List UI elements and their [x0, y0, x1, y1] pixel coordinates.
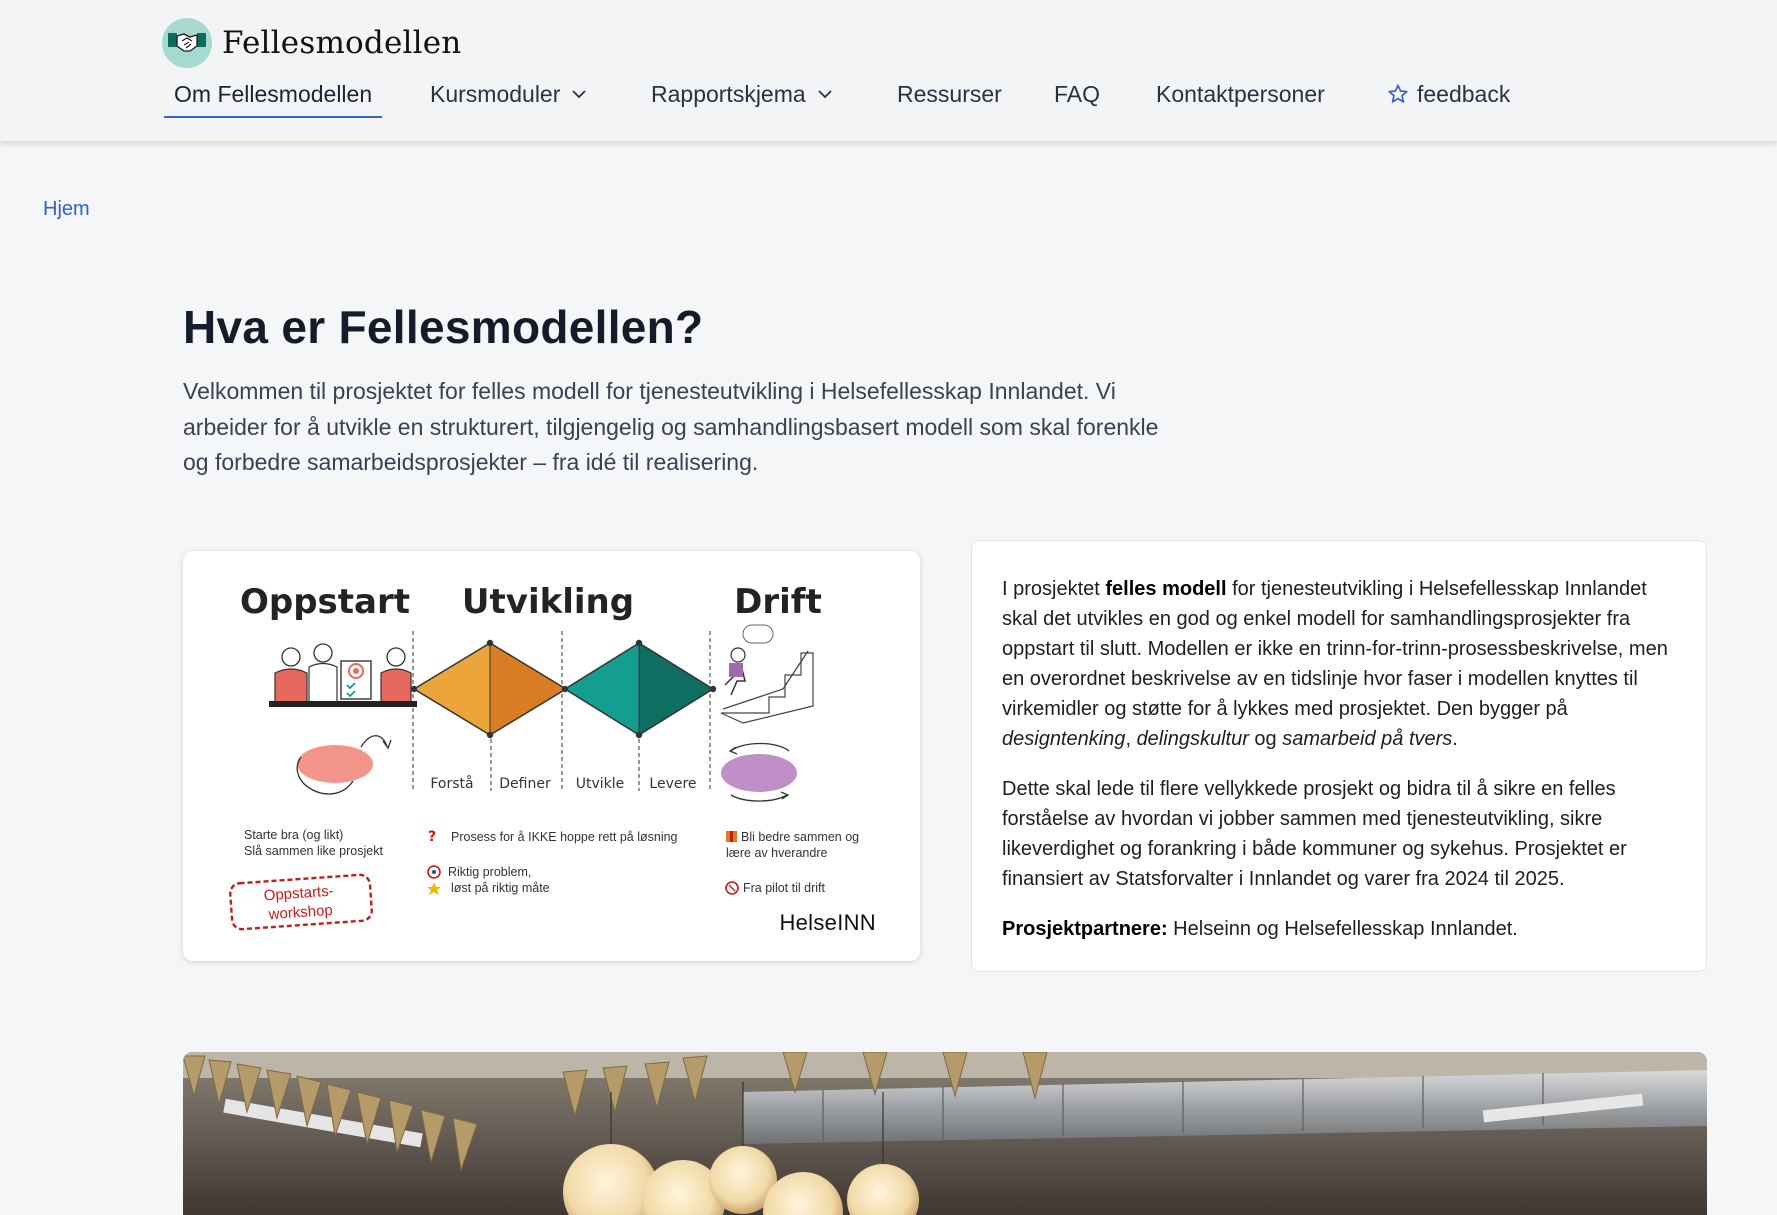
chevron-down-icon — [818, 89, 832, 99]
about-paragraph-1: I prosjektet felles modell for tjenesteu… — [1002, 578, 1668, 750]
question-icon: ? — [428, 829, 436, 845]
nav-kontaktpersoner[interactable]: Kontaktpersoner — [1156, 72, 1325, 116]
phase-title-oppstart: Oppstart — [240, 582, 410, 622]
nav-kursmoduler[interactable]: Kursmoduler — [430, 72, 587, 116]
handshake-icon — [162, 18, 212, 68]
workshop-stamp: Oppstarts- workshop — [229, 873, 373, 931]
note-drift-1: Bli bedre sammen og — [741, 830, 859, 844]
nav-label: feedback — [1417, 80, 1511, 107]
note-drift-3: Fra pilot til drift — [743, 881, 825, 895]
em-designtenking: designtenking — [1002, 728, 1126, 750]
about-paragraph-2: Dette skal lede til flere vellykkede pro… — [1002, 778, 1627, 890]
note-utvikling-3: løst på riktig måte — [451, 881, 550, 895]
nav-rapportskjema[interactable]: Rapportskjema — [651, 72, 832, 116]
model-infographic: Oppstart Utvikling Drift Forstå Definer … — [183, 551, 920, 961]
chevron-down-icon — [572, 89, 587, 99]
step-levere: Levere — [649, 776, 696, 792]
about-card: I prosjektet felles modell for tjenesteu… — [971, 540, 1707, 972]
team-illustration — [269, 643, 417, 707]
breadcrumb-home[interactable]: Hjem — [43, 198, 90, 221]
phase-title-drift: Drift — [734, 582, 822, 622]
star-icon — [1387, 83, 1409, 105]
step-utvikle: Utvikle — [576, 776, 625, 792]
note-utvikling-2: Riktig problem, — [448, 865, 531, 879]
oppstart-ellipse — [297, 745, 373, 783]
nav-label: Kursmoduler — [430, 80, 561, 107]
note-drift-2: lære av hverandre — [726, 846, 827, 860]
stamp-line-2: workshop — [267, 902, 333, 924]
star-small-icon — [427, 882, 441, 895]
about-paragraph-3: Prosjektpartnere: Helseinn og Helsefelle… — [1002, 914, 1677, 944]
growth-illustration — [720, 624, 814, 724]
drift-ellipse — [721, 754, 797, 792]
partners-value: Helseinn og Helsefellesskap Innlandet. — [1167, 918, 1518, 940]
nav-label: Ressurser — [897, 80, 1002, 107]
em-samarbeid: samarbeid på tvers — [1282, 728, 1453, 750]
stamp-line-1: Oppstarts- — [263, 883, 334, 905]
nav-label: Rapportskjema — [651, 80, 806, 107]
double-diamond — [410, 639, 717, 739]
nav-label: Kontaktpersoner — [1156, 80, 1325, 107]
brand[interactable]: Fellesmodellen — [162, 18, 461, 68]
nav-label: Om Fellesmodellen — [174, 80, 373, 107]
note-oppstart-2: Slå sammen like prosjekt — [244, 844, 383, 858]
nav-feedback[interactable]: feedback — [1387, 72, 1510, 116]
partners-label: Prosjektpartnere: — [1002, 918, 1168, 940]
nav-ressurser[interactable]: Ressurser — [897, 72, 1002, 116]
page-title: Hva er Fellesmodellen? — [183, 301, 704, 353]
top-navbar: Fellesmodellen Om Fellesmodellen Kursmod… — [0, 0, 1777, 142]
workshop-photo — [183, 1052, 1707, 1215]
intro-text: Velkommen til prosjektet for felles mode… — [183, 378, 1159, 475]
step-definer: Definer — [499, 776, 551, 792]
nav-faq[interactable]: FAQ — [1054, 72, 1100, 116]
note-utvikling-1: Prosess for å IKKE hoppe rett på løsning — [451, 830, 678, 844]
em-delingskultur: delingskultur — [1136, 728, 1249, 750]
step-forsta: Forstå — [430, 775, 473, 792]
nav-label: FAQ — [1054, 80, 1101, 107]
phase-title-utvikling: Utvikling — [462, 582, 634, 622]
brand-name: Fellesmodellen — [222, 25, 462, 61]
note-oppstart-1: Starte bra (og likt) — [244, 828, 343, 842]
nav-om-fellesmodellen[interactable]: Om Fellesmodellen — [163, 72, 383, 118]
bold-felles-modell: felles modell — [1105, 578, 1227, 600]
helseinn-logo: HelseINN — [779, 910, 876, 935]
